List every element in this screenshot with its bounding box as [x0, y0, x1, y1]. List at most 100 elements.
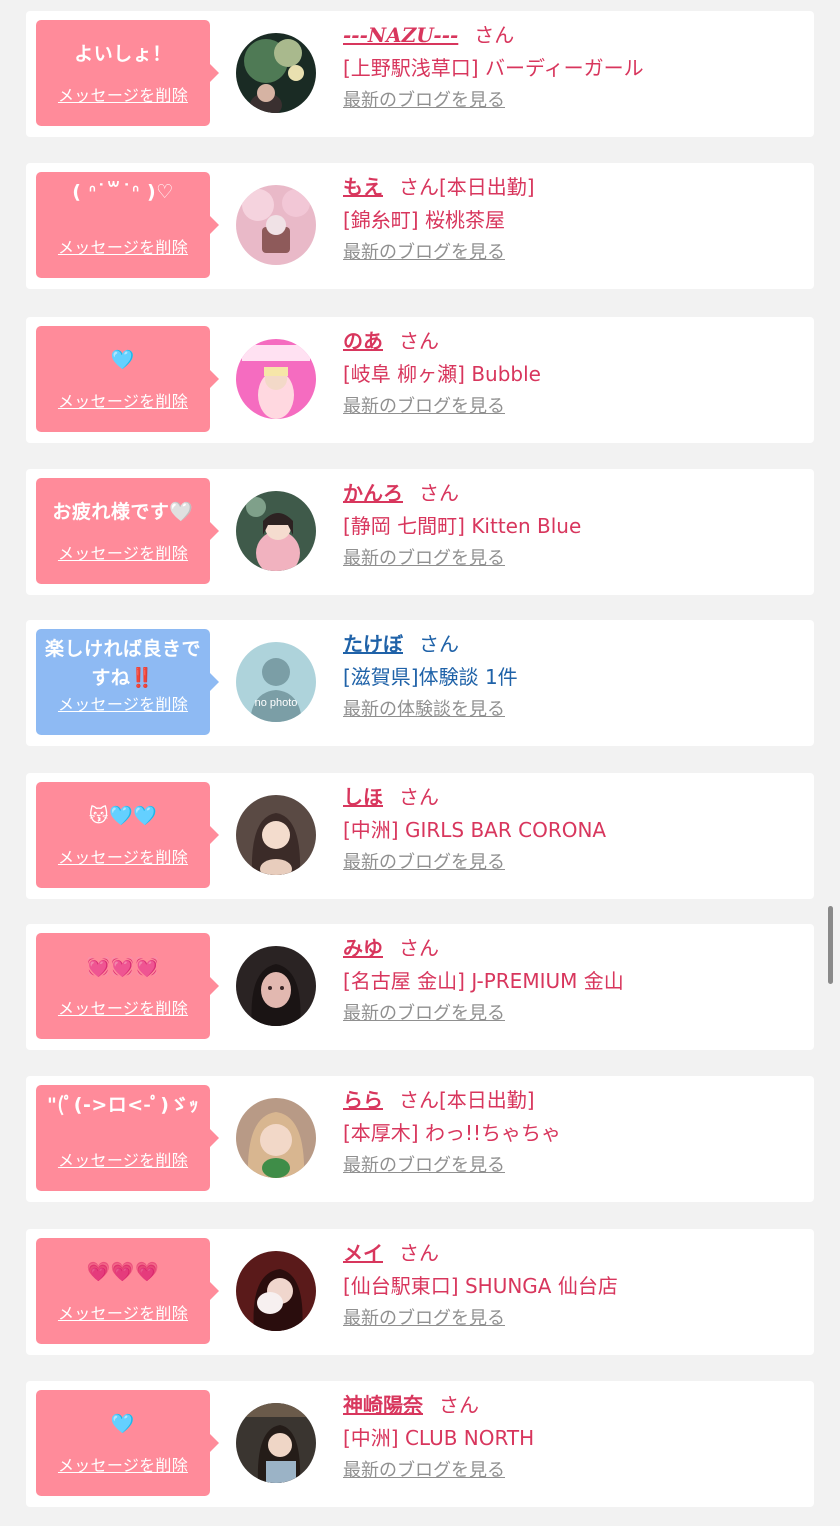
- delete-message-link[interactable]: メッセージを削除: [36, 1300, 210, 1324]
- delete-message-link[interactable]: メッセージを削除: [36, 995, 210, 1019]
- avatar-photo-icon: [236, 1251, 316, 1331]
- name-line: たけぼ さん: [343, 628, 804, 660]
- latest-blog-link[interactable]: 最新のブログを見る: [343, 1308, 505, 1329]
- honorific: さん: [399, 936, 439, 960]
- delete-message-link[interactable]: メッセージを削除: [36, 388, 210, 412]
- message-text: お疲れ様です🤍: [52, 501, 194, 523]
- delete-message-link[interactable]: メッセージを削除: [36, 234, 210, 258]
- shop-label: [錦糸町] 桜桃茶屋: [343, 208, 505, 232]
- card-info: らら さん[本日出勤] [本厚木] わっ!!ちゃちゃ 最新のブログを見る: [343, 1084, 804, 1182]
- latest-blog-link[interactable]: 最新のブログを見る: [343, 90, 505, 111]
- latest-blog-link[interactable]: 最新のブログを見る: [343, 1460, 505, 1481]
- status-suffix: [本日出勤]: [439, 1088, 535, 1112]
- honorific: さん: [399, 1088, 439, 1112]
- message-text: 🩵: [110, 349, 136, 371]
- message-text: "(ﾟ(->ロ<-ﾟ)ゞｯ: [46, 1094, 199, 1116]
- latest-blog-link[interactable]: 最新のブログを見る: [343, 1155, 505, 1176]
- honorific: さん: [399, 175, 439, 199]
- avatar[interactable]: [236, 1403, 316, 1483]
- message-bubble: お疲れ様です🤍 メッセージを削除: [36, 478, 219, 584]
- honorific: さん: [399, 329, 439, 353]
- name-line: もえ さん[本日出勤]: [343, 171, 804, 203]
- shop-label: [中洲] GIRLS BAR CORONA: [343, 818, 607, 842]
- message-card: 🩵 メッセージを削除 のあ さん [岐阜 柳ヶ瀬] Bubble 最新のブログを見る: [26, 317, 814, 443]
- card-info: みゆ さん [名古屋 金山] J-PREMIUM 金山 最新のブログを見る: [343, 932, 804, 1030]
- avatar[interactable]: [236, 1251, 316, 1331]
- card-info: ---NAZU--- さん [上野駅浅草口] バーディーガール 最新のブログを見る: [343, 19, 804, 117]
- latest-blog-link[interactable]: 最新のブログを見る: [343, 396, 505, 417]
- message-text: よいしょ！: [74, 43, 172, 65]
- latest-blog-link[interactable]: 最新のブログを見る: [343, 852, 505, 873]
- message-text: ( ᐢ˙꒳˙ᐢ )♡: [72, 181, 174, 203]
- delete-message-link[interactable]: メッセージを削除: [36, 844, 210, 868]
- user-name-link[interactable]: らら: [343, 1088, 383, 1112]
- honorific: さん: [474, 23, 515, 47]
- card-info: 神崎陽奈 さん [中洲] CLUB NORTH 最新のブログを見る: [343, 1389, 804, 1487]
- message-text: 💓💓💓: [86, 956, 160, 978]
- delete-message-link[interactable]: メッセージを削除: [36, 691, 210, 715]
- card-info: もえ さん[本日出勤] [錦糸町] 桜桃茶屋 最新のブログを見る: [343, 171, 804, 269]
- message-card: ( ᐢ˙꒳˙ᐢ )♡ メッセージを削除 もえ さん[本日出勤] [錦糸町] 桜桃茶屋 最新…: [26, 163, 814, 289]
- status-suffix: [本日出勤]: [439, 175, 535, 199]
- avatar[interactable]: [236, 33, 316, 113]
- card-info: のあ さん [岐阜 柳ヶ瀬] Bubble 最新のブログを見る: [343, 325, 804, 423]
- message-bubble: よいしょ！ メッセージを削除: [36, 20, 219, 126]
- delete-message-link[interactable]: メッセージを削除: [36, 82, 210, 106]
- delete-message-link[interactable]: メッセージを削除: [36, 1452, 210, 1476]
- avatar-photo-icon: [236, 1403, 316, 1483]
- avatar[interactable]: [236, 795, 316, 875]
- shop-label: [仙台駅東口] SHUNGA 仙台店: [343, 1274, 618, 1298]
- name-line: 神崎陽奈 さん: [343, 1389, 804, 1421]
- latest-blog-link[interactable]: 最新の体験談を見る: [343, 699, 505, 720]
- user-name-link[interactable]: みゆ: [343, 936, 383, 960]
- message-card: 😽🩵🩵 メッセージを削除 しほ さん [中洲] GIRLS BAR CORONA 最新のブ…: [26, 773, 814, 899]
- message-text: 🩵: [110, 1413, 136, 1435]
- name-line: のあ さん: [343, 325, 804, 357]
- avatar[interactable]: [236, 1098, 316, 1178]
- avatar[interactable]: [236, 946, 316, 1026]
- message-text: 😽🩵🩵: [88, 805, 158, 827]
- honorific: さん: [439, 1393, 479, 1417]
- honorific: さん: [399, 785, 439, 809]
- honorific: さん: [399, 1241, 439, 1265]
- honorific: さん: [419, 632, 459, 656]
- message-card: 💓💓💓 メッセージを削除 みゆ さん [名古屋 金山] J-PREMIUM 金山 最新のブ…: [26, 924, 814, 1050]
- shop-label: [本厚木] わっ!!ちゃちゃ: [343, 1121, 561, 1145]
- no-photo-label: no photo: [255, 697, 298, 709]
- message-card: よいしょ！ メッセージを削除 ---NAZU--- さん [上野駅浅草口] バーディーガ…: [26, 11, 814, 137]
- no-photo-icon: no photo: [236, 642, 316, 722]
- user-name-link[interactable]: もえ: [343, 175, 383, 199]
- honorific: さん: [419, 481, 459, 505]
- user-name-link[interactable]: のあ: [343, 329, 383, 353]
- message-card: お疲れ様です🤍 メッセージを削除 かんろ さん [静岡 七間町] Kitten Blue…: [26, 469, 814, 595]
- latest-blog-link[interactable]: 最新のブログを見る: [343, 548, 505, 569]
- user-name-link[interactable]: 神崎陽奈: [343, 1393, 423, 1417]
- avatar-photo-icon: [236, 946, 316, 1026]
- avatar[interactable]: [236, 185, 316, 265]
- message-text: 💗💗💗: [86, 1261, 160, 1283]
- latest-blog-link[interactable]: 最新のブログを見る: [343, 1003, 505, 1024]
- avatar[interactable]: no photo: [236, 642, 316, 722]
- card-info: メイ さん [仙台駅東口] SHUNGA 仙台店 最新のブログを見る: [343, 1237, 804, 1335]
- user-name-link[interactable]: ---NAZU---: [343, 23, 458, 47]
- user-name-link[interactable]: かんろ: [343, 481, 403, 505]
- message-list: よいしょ！ メッセージを削除 ---NAZU--- さん [上野駅浅草口] バーディーガ…: [0, 0, 840, 1526]
- delete-message-link[interactable]: メッセージを削除: [36, 540, 210, 564]
- shop-label: [中洲] CLUB NORTH: [343, 1426, 535, 1450]
- user-name-link[interactable]: たけぼ: [343, 632, 403, 656]
- message-bubble: 楽しければ良きですね‼️ メッセージを削除: [36, 629, 219, 735]
- message-card: 💗💗💗 メッセージを削除 メイ さん [仙台駅東口] SHUNGA 仙台店 最新のブログを…: [26, 1229, 814, 1355]
- name-line: みゆ さん: [343, 932, 804, 964]
- message-bubble: "(ﾟ(->ロ<-ﾟ)ゞｯ メッセージを削除: [36, 1085, 219, 1191]
- user-name-link[interactable]: しほ: [343, 785, 383, 809]
- avatar-photo-icon: [236, 33, 316, 113]
- name-line: かんろ さん: [343, 477, 804, 509]
- latest-blog-link[interactable]: 最新のブログを見る: [343, 242, 505, 263]
- user-name-link[interactable]: メイ: [343, 1241, 383, 1265]
- avatar[interactable]: [236, 339, 316, 419]
- scrollbar[interactable]: [828, 906, 833, 984]
- avatar[interactable]: [236, 491, 316, 571]
- shop-label: [岐阜 柳ヶ瀬] Bubble: [343, 362, 541, 386]
- name-line: ---NAZU--- さん: [343, 19, 804, 51]
- delete-message-link[interactable]: メッセージを削除: [36, 1147, 210, 1171]
